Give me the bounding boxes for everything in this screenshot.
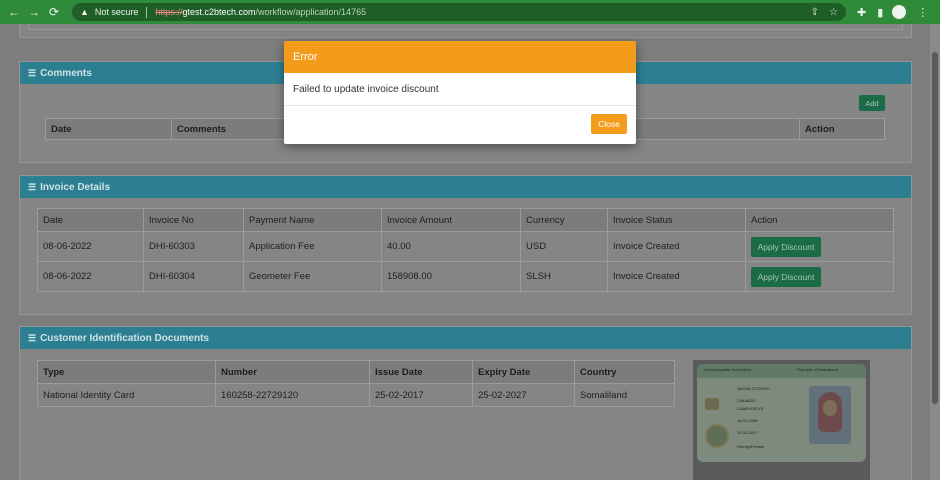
col-country: Country xyxy=(574,360,675,384)
col-payment-name: Payment Name xyxy=(243,208,382,232)
modal-message: Failed to update invoice discount xyxy=(293,83,439,95)
omnibox-divider xyxy=(146,6,148,18)
apply-discount-button[interactable]: Apply Discount xyxy=(751,236,821,257)
id-card: Jamhuuriyadda Somaliland Republic of Som… xyxy=(697,364,866,462)
cell-date: 08-06-2022 xyxy=(37,261,144,292)
list-icon: ☰ xyxy=(28,181,37,192)
col-invoice-no: Invoice No xyxy=(143,208,244,232)
table-row: 08-06-2022 DHI-60303 Application Fee 40.… xyxy=(37,231,894,262)
col-date: Date xyxy=(37,208,144,232)
customer-docs-header-row: Type Number Issue Date Expiry Date Count… xyxy=(37,360,675,384)
cell-action: Apply Discount xyxy=(745,231,894,262)
list-icon: ☰ xyxy=(28,67,37,78)
error-modal: Error Failed to update invoice discount … xyxy=(284,41,636,144)
cell-amount: 158908.00 xyxy=(381,261,521,292)
id-card-issue: 25-02-2017 xyxy=(737,430,758,435)
modal-header: Error xyxy=(284,41,636,73)
reload-icon[interactable]: ⟳ xyxy=(46,4,62,20)
cell-issue-date: 25-02-2017 xyxy=(369,383,473,407)
col-invoice-status: Invoice Status xyxy=(607,208,746,232)
cell-date: 08-06-2022 xyxy=(37,231,144,262)
invoice-table: Date Invoice No Payment Name Invoice Amo… xyxy=(37,208,894,292)
profile-avatar[interactable] xyxy=(892,5,907,19)
cell-amount: 40.00 xyxy=(381,231,521,262)
security-status[interactable]: Not secure xyxy=(95,7,139,17)
id-card-surname: CAABI ASEYE xyxy=(737,406,764,411)
cell-invoice-no: DHI-60304 xyxy=(143,261,244,292)
id-card-chip xyxy=(705,398,719,410)
cell-number: 160258-22729120 xyxy=(215,383,370,407)
close-button[interactable]: Close xyxy=(591,114,627,134)
extensions-puzzle-icon[interactable]: ✚ xyxy=(857,6,866,19)
cell-status: Invoice Created xyxy=(607,261,746,292)
col-action: Action xyxy=(745,208,894,232)
col-type: Type xyxy=(37,360,216,384)
bookmark-star-icon[interactable]: ☆ xyxy=(829,7,838,18)
modal-title: Error xyxy=(293,51,318,63)
address-bar[interactable]: ▲ Not secure https:// gtest.c2btech.com … xyxy=(72,3,846,21)
customer-docs-panel-header: ☰ Customer Identification Documents xyxy=(20,327,911,349)
id-card-name: CIMAADO xyxy=(737,398,756,403)
cell-action: Apply Discount xyxy=(745,261,894,292)
url-host: gtest.c2btech.com xyxy=(182,7,256,17)
col-currency: Currency xyxy=(520,208,608,232)
col-date: Date xyxy=(45,118,172,140)
id-card-number: 160258-22729120 xyxy=(737,386,770,391)
url-scheme: https:// xyxy=(155,7,183,17)
cell-country: Somaliland xyxy=(574,383,675,407)
id-card-left-header: Jamhuuriyadda Somaliland xyxy=(703,367,752,372)
apply-discount-button[interactable]: Apply Discount xyxy=(751,266,821,287)
list-icon: ☰ xyxy=(28,332,37,343)
col-invoice-amount: Invoice Amount xyxy=(381,208,521,232)
back-arrow-icon[interactable]: ← xyxy=(6,4,22,20)
comments-title: Comments xyxy=(40,67,92,79)
invoice-title: Invoice Details xyxy=(40,181,111,193)
id-card-seal xyxy=(705,424,729,448)
customer-docs-title: Customer Identification Documents xyxy=(40,332,209,344)
id-card-image[interactable]: Jamhuuriyadda Somaliland Republic of Som… xyxy=(693,360,870,480)
cell-payment-name: Application Fee xyxy=(243,231,382,262)
previous-panel-bottom xyxy=(19,24,912,38)
id-card-dob: 16-02-1958 xyxy=(737,418,758,423)
col-issue-date: Issue Date xyxy=(369,360,473,384)
col-number: Number xyxy=(215,360,370,384)
table-row: National Identity Card 160258-22729120 2… xyxy=(37,383,675,407)
page-scrollbar[interactable] xyxy=(930,24,940,480)
id-card-header-band: Jamhuuriyadda Somaliland Republic of Som… xyxy=(697,364,866,378)
cell-payment-name: Geometer Fee xyxy=(243,261,382,292)
customer-docs-table: Type Number Issue Date Expiry Date Count… xyxy=(37,360,675,407)
invoice-panel-header: ☰ Invoice Details xyxy=(20,176,911,198)
add-comment-button[interactable]: Add xyxy=(859,95,885,111)
cell-status: Invoice Created xyxy=(607,231,746,262)
cell-type: National Identity Card xyxy=(37,383,216,407)
table-row: 08-06-2022 DHI-60304 Geometer Fee 158908… xyxy=(37,261,894,292)
cell-expiry-date: 25-02-2027 xyxy=(472,383,575,407)
browser-toolbar: ← → ⟳ ▲ Not secure https:// gtest.c2btec… xyxy=(0,0,940,24)
cell-currency: USD xyxy=(520,231,608,262)
id-card-right-header: Republic of Somaliland xyxy=(797,367,838,372)
id-card-portrait xyxy=(809,386,851,444)
warning-triangle-icon: ▲ xyxy=(80,7,89,17)
id-card-gender: Dhedig/Female xyxy=(737,444,765,449)
modal-footer: Close xyxy=(284,106,636,144)
cell-invoice-no: DHI-60303 xyxy=(143,231,244,262)
side-panel-icon[interactable]: ▮ xyxy=(877,6,883,19)
forward-arrow-icon[interactable]: → xyxy=(26,4,42,20)
menu-kebab-icon[interactable]: ⋮ xyxy=(917,6,928,19)
scrollbar-thumb[interactable] xyxy=(932,52,938,404)
col-expiry-date: Expiry Date xyxy=(472,360,575,384)
modal-body: Failed to update invoice discount xyxy=(284,73,636,106)
share-icon[interactable]: ⇪ xyxy=(811,7,819,18)
url-path: /workflow/application/14765 xyxy=(255,7,367,17)
invoice-header-row: Date Invoice No Payment Name Invoice Amo… xyxy=(37,208,894,232)
cell-currency: SLSH xyxy=(520,261,608,292)
col-action: Action xyxy=(799,118,885,140)
